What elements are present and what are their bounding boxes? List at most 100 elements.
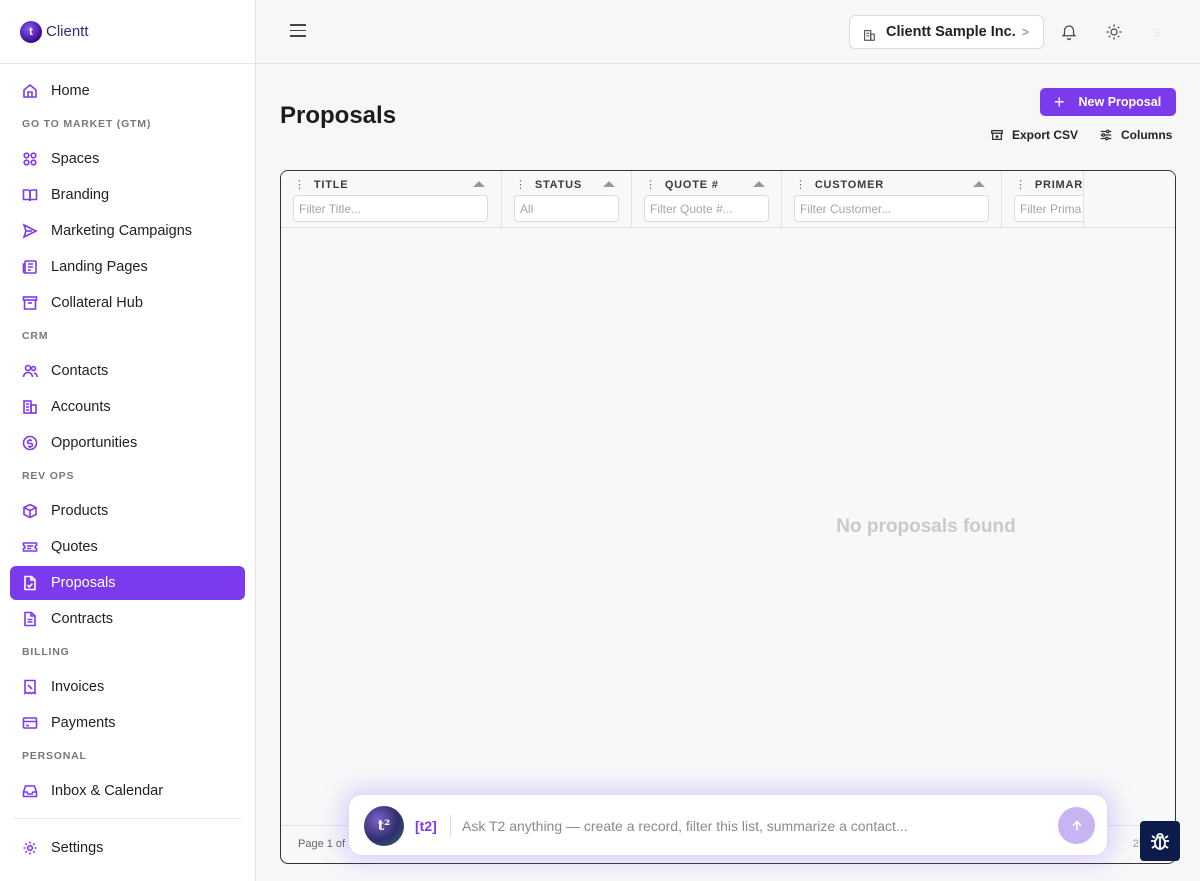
sidebar-item-label: Marketing Campaigns bbox=[51, 223, 193, 239]
page-title: Proposals bbox=[280, 102, 397, 129]
column-status[interactable]: ⋮ STATUS All bbox=[502, 171, 632, 228]
credit-card-icon bbox=[22, 715, 38, 731]
arrow-up-icon bbox=[1072, 820, 1081, 830]
brand-logo: t bbox=[20, 20, 42, 43]
column-quote-number[interactable]: ⋮ QUOTE # Filter Quote #... bbox=[632, 171, 782, 228]
sidebar-item-spaces[interactable]: Spaces bbox=[10, 142, 245, 176]
sidebar-item-proposals[interactable]: Proposals bbox=[10, 566, 245, 600]
brand-name: Clientt bbox=[46, 23, 89, 40]
column-menu-icon[interactable]: ⋮ bbox=[795, 179, 807, 191]
sort-asc-icon[interactable] bbox=[473, 181, 485, 187]
column-title[interactable]: ⋮ TITLE Filter Title... bbox=[281, 171, 502, 228]
bug-icon bbox=[1151, 833, 1169, 850]
new-proposal-label: New Proposal bbox=[1078, 95, 1162, 109]
inbox-icon bbox=[22, 783, 38, 799]
proposals-grid: ⋮ TITLE Filter Title... ⋮ STATUS All ⋮ QUOT… bbox=[280, 170, 1176, 864]
column-label: TITLE bbox=[313, 179, 349, 191]
sidebar-item-contacts[interactable]: Contacts bbox=[10, 354, 245, 388]
filter-title-input[interactable]: Filter Title... bbox=[293, 195, 488, 222]
empty-state-message: No proposals found bbox=[836, 516, 1016, 537]
nav-section-heading: GO TO MARKET (GTM) bbox=[22, 118, 152, 130]
sidebar-item-label: Accounts bbox=[51, 399, 111, 415]
plus-icon: + bbox=[1054, 92, 1065, 112]
bell-icon[interactable] bbox=[1060, 23, 1078, 41]
ticket-icon bbox=[22, 539, 38, 555]
sidebar-item-label: Proposals bbox=[51, 575, 116, 591]
pagination-info: Page 1 of 1 bbox=[298, 838, 355, 850]
column-label: PRIMARY bbox=[1034, 179, 1083, 191]
new-proposal-button[interactable]: + New Proposal bbox=[1040, 88, 1176, 116]
sidebar-item-products[interactable]: Products bbox=[10, 494, 245, 528]
chat-divider bbox=[450, 815, 451, 837]
column-menu-icon[interactable]: ⋮ bbox=[645, 179, 657, 191]
chat-input[interactable] bbox=[462, 814, 1042, 838]
sort-asc-icon[interactable] bbox=[973, 181, 985, 187]
top-bar: Clientt Sample Inc. > S bbox=[256, 0, 1200, 64]
sidebar-item-marketing-campaigns[interactable]: Marketing Campaigns bbox=[10, 214, 245, 248]
send-icon bbox=[22, 223, 38, 239]
sidebar-nav: Home GO TO MARKET (GTM) Spaces Branding Mark… bbox=[0, 64, 255, 865]
export-csv-button[interactable]: Export CSV bbox=[990, 126, 1078, 144]
sidebar-item-inbox-calendar[interactable]: Inbox & Calendar bbox=[10, 774, 245, 808]
sidebar-item-label: Invoices bbox=[51, 679, 105, 695]
sliders-icon bbox=[1100, 129, 1112, 141]
sidebar-item-branding[interactable]: Branding bbox=[10, 178, 245, 212]
column-menu-icon[interactable]: ⋮ bbox=[515, 179, 527, 191]
bug-report-button[interactable] bbox=[1140, 821, 1180, 861]
nav-divider bbox=[14, 818, 241, 819]
sidebar-item-payments[interactable]: Payments bbox=[10, 706, 245, 740]
book-icon bbox=[22, 187, 38, 203]
user-avatar[interactable]: S bbox=[1153, 26, 1161, 40]
sidebar-item-home[interactable]: Home bbox=[10, 74, 245, 108]
nav-section-heading: REV OPS bbox=[22, 470, 75, 482]
column-customer[interactable]: ⋮ CUSTOMER Filter Customer... bbox=[782, 171, 1002, 228]
sidebar-item-accounts[interactable]: Accounts bbox=[10, 390, 245, 424]
column-primary[interactable]: ⋮ PRIMARY Filter Prima bbox=[1002, 171, 1084, 228]
t2-avatar: t² bbox=[364, 806, 404, 846]
sort-asc-icon[interactable] bbox=[753, 181, 765, 187]
column-menu-icon[interactable]: ⋮ bbox=[1015, 179, 1027, 191]
grid-header-filler bbox=[1084, 171, 1175, 228]
columns-button[interactable]: Columns bbox=[1099, 126, 1172, 144]
sidebar-item-settings[interactable]: Settings bbox=[10, 831, 245, 865]
sidebar-item-label: Payments bbox=[51, 715, 116, 731]
filter-quote-input[interactable]: Filter Quote #... bbox=[644, 195, 769, 222]
grid-header: ⋮ TITLE Filter Title... ⋮ STATUS All ⋮ QUOT… bbox=[281, 171, 1084, 228]
theme-toggle-icon[interactable] bbox=[1105, 23, 1123, 41]
sidebar-item-label: Settings bbox=[51, 840, 104, 856]
sidebar-item-quotes[interactable]: Quotes bbox=[10, 530, 245, 564]
sidebar-item-opportunities[interactable]: Opportunities bbox=[10, 426, 245, 460]
building-icon bbox=[22, 399, 38, 415]
gear-icon bbox=[22, 840, 38, 856]
dollar-icon bbox=[22, 435, 38, 451]
grid-icon bbox=[22, 151, 38, 167]
nav-section-heading: CRM bbox=[22, 330, 49, 342]
column-label: QUOTE # bbox=[664, 179, 719, 191]
brand[interactable]: t Clientt bbox=[0, 0, 255, 64]
org-switcher[interactable]: Clientt Sample Inc. > bbox=[849, 15, 1044, 49]
users-icon bbox=[22, 363, 38, 379]
filter-primary-input[interactable]: Filter Prima bbox=[1014, 195, 1083, 222]
sidebar-item-landing-pages[interactable]: Landing Pages bbox=[10, 250, 245, 284]
receipt-icon bbox=[22, 679, 38, 695]
nav-section-heading: PERSONAL bbox=[22, 750, 87, 762]
column-menu-icon[interactable]: ⋮ bbox=[294, 179, 306, 191]
box-icon bbox=[22, 503, 38, 519]
sidebar-item-contracts[interactable]: Contracts bbox=[10, 602, 245, 636]
sidebar-item-label: Contacts bbox=[51, 363, 109, 379]
filter-customer-input[interactable]: Filter Customer... bbox=[794, 195, 989, 222]
newspaper-icon bbox=[22, 259, 38, 275]
sidebar: t Clientt Home GO TO MARKET (GTM) Spaces Br… bbox=[0, 0, 256, 881]
sidebar-item-collateral-hub[interactable]: Collateral Hub bbox=[10, 286, 245, 320]
home-icon bbox=[22, 83, 38, 99]
sort-asc-icon[interactable] bbox=[603, 181, 615, 187]
sidebar-item-label: Home bbox=[51, 83, 90, 99]
menu-toggle-icon[interactable] bbox=[290, 24, 306, 38]
sidebar-item-label: Contracts bbox=[51, 611, 114, 627]
sidebar-item-invoices[interactable]: Invoices bbox=[10, 670, 245, 704]
sidebar-item-label: Landing Pages bbox=[51, 259, 148, 275]
filter-status-select[interactable]: All bbox=[514, 195, 619, 222]
sidebar-item-label: Collateral Hub bbox=[51, 295, 143, 311]
send-button[interactable] bbox=[1058, 807, 1095, 844]
export-csv-label: Export CSV bbox=[1012, 128, 1079, 142]
